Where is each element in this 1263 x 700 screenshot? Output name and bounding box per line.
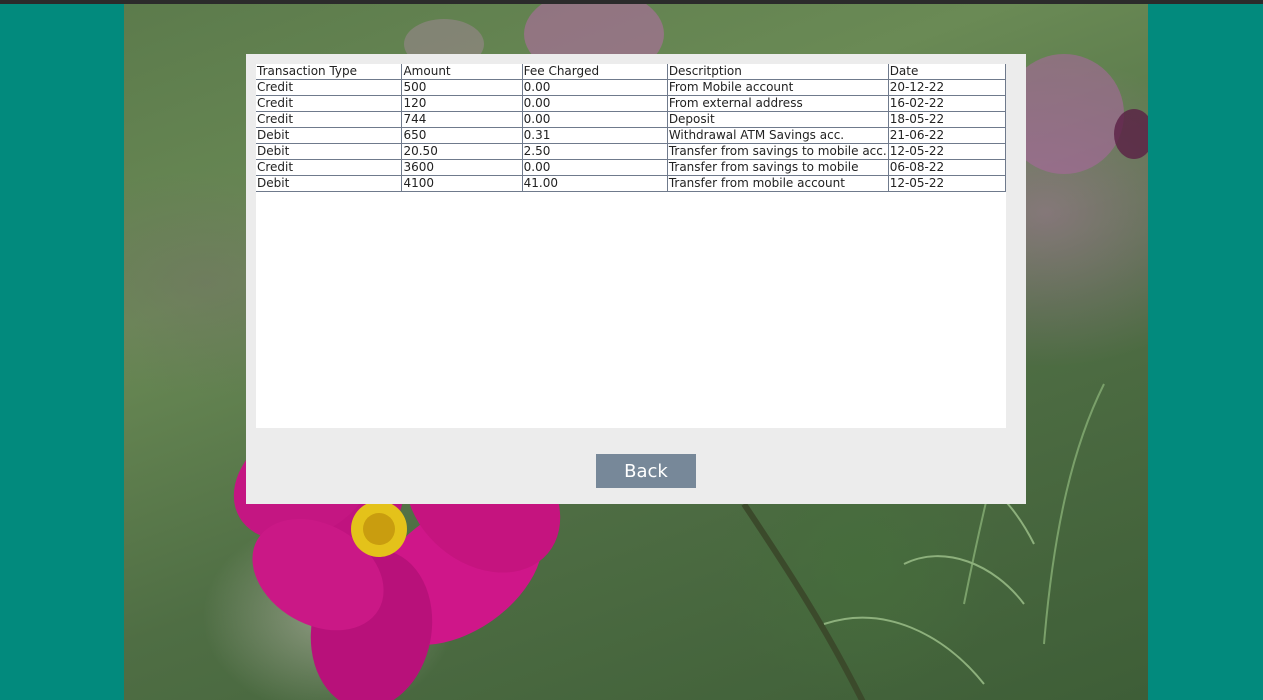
cell-amount: 650	[401, 127, 523, 144]
cell-fee-charged: 2.50	[521, 143, 668, 160]
transactions-table: Transaction Type Amount Fee Charged Desc…	[256, 64, 1007, 192]
cell-amount: 500	[401, 79, 523, 96]
cell-amount: 120	[401, 95, 523, 112]
cell-date: 16-02-22	[887, 95, 1007, 112]
back-button[interactable]: Back	[596, 454, 696, 488]
table-row[interactable]: Debit 20.50 2.50 Transfer from savings t…	[256, 143, 1007, 160]
transactions-table-container[interactable]: Transaction Type Amount Fee Charged Desc…	[256, 64, 1007, 428]
cell-transaction-type: Credit	[256, 79, 403, 96]
cell-transaction-type: Debit	[256, 127, 403, 144]
cell-transaction-type: Credit	[256, 111, 403, 128]
cell-date: 21-06-22	[887, 127, 1007, 144]
cell-date: 12-05-22	[887, 175, 1007, 192]
cell-transaction-type: Credit	[256, 95, 403, 112]
cell-date: 06-08-22	[887, 159, 1007, 176]
table-row[interactable]: Debit 650 0.31 Withdrawal ATM Savings ac…	[256, 127, 1007, 144]
cell-amount: 4100	[401, 175, 523, 192]
table-row[interactable]: Credit 120 0.00 From external address 16…	[256, 95, 1007, 112]
cell-date: 20-12-22	[887, 79, 1007, 96]
table-row[interactable]: Credit 500 0.00 From Mobile account 20-1…	[256, 79, 1007, 96]
table-row[interactable]: Debit 4100 41.00 Transfer from mobile ac…	[256, 175, 1007, 192]
cell-date: 18-05-22	[887, 111, 1007, 128]
table-row[interactable]: Credit 744 0.00 Deposit 18-05-22	[256, 111, 1007, 128]
cell-description: From Mobile account	[666, 79, 889, 96]
column-header-date: Date	[887, 64, 1007, 80]
column-header-transaction-type: Transaction Type	[256, 64, 403, 80]
column-header-fee-charged: Fee Charged	[521, 64, 668, 80]
transactions-panel: Transaction Type Amount Fee Charged Desc…	[246, 54, 1026, 504]
cell-fee-charged: 0.00	[521, 79, 668, 96]
cell-description: Transfer from savings to mobile	[666, 159, 889, 176]
table-header-row: Transaction Type Amount Fee Charged Desc…	[256, 64, 1007, 80]
cell-fee-charged: 0.00	[521, 95, 668, 112]
cell-transaction-type: Debit	[256, 175, 403, 192]
column-header-amount: Amount	[401, 64, 523, 80]
cell-fee-charged: 0.00	[521, 111, 668, 128]
cell-fee-charged: 0.31	[521, 127, 668, 144]
cell-transaction-type: Debit	[256, 143, 403, 160]
cell-description: From external address	[666, 95, 889, 112]
cell-fee-charged: 0.00	[521, 159, 668, 176]
table-row[interactable]: Credit 3600 0.00 Transfer from savings t…	[256, 159, 1007, 176]
cell-description: Transfer from mobile account	[666, 175, 889, 192]
cell-amount: 3600	[401, 159, 523, 176]
cell-description: Deposit	[666, 111, 889, 128]
cell-description: Withdrawal ATM Savings acc.	[666, 127, 889, 144]
cell-amount: 20.50	[401, 143, 523, 160]
cell-transaction-type: Credit	[256, 159, 403, 176]
cell-description: Transfer from savings to mobile acc.	[666, 143, 889, 160]
cell-fee-charged: 41.00	[521, 175, 668, 192]
cell-date: 12-05-22	[887, 143, 1007, 160]
column-header-description: Descritption	[666, 64, 889, 80]
cell-amount: 744	[401, 111, 523, 128]
